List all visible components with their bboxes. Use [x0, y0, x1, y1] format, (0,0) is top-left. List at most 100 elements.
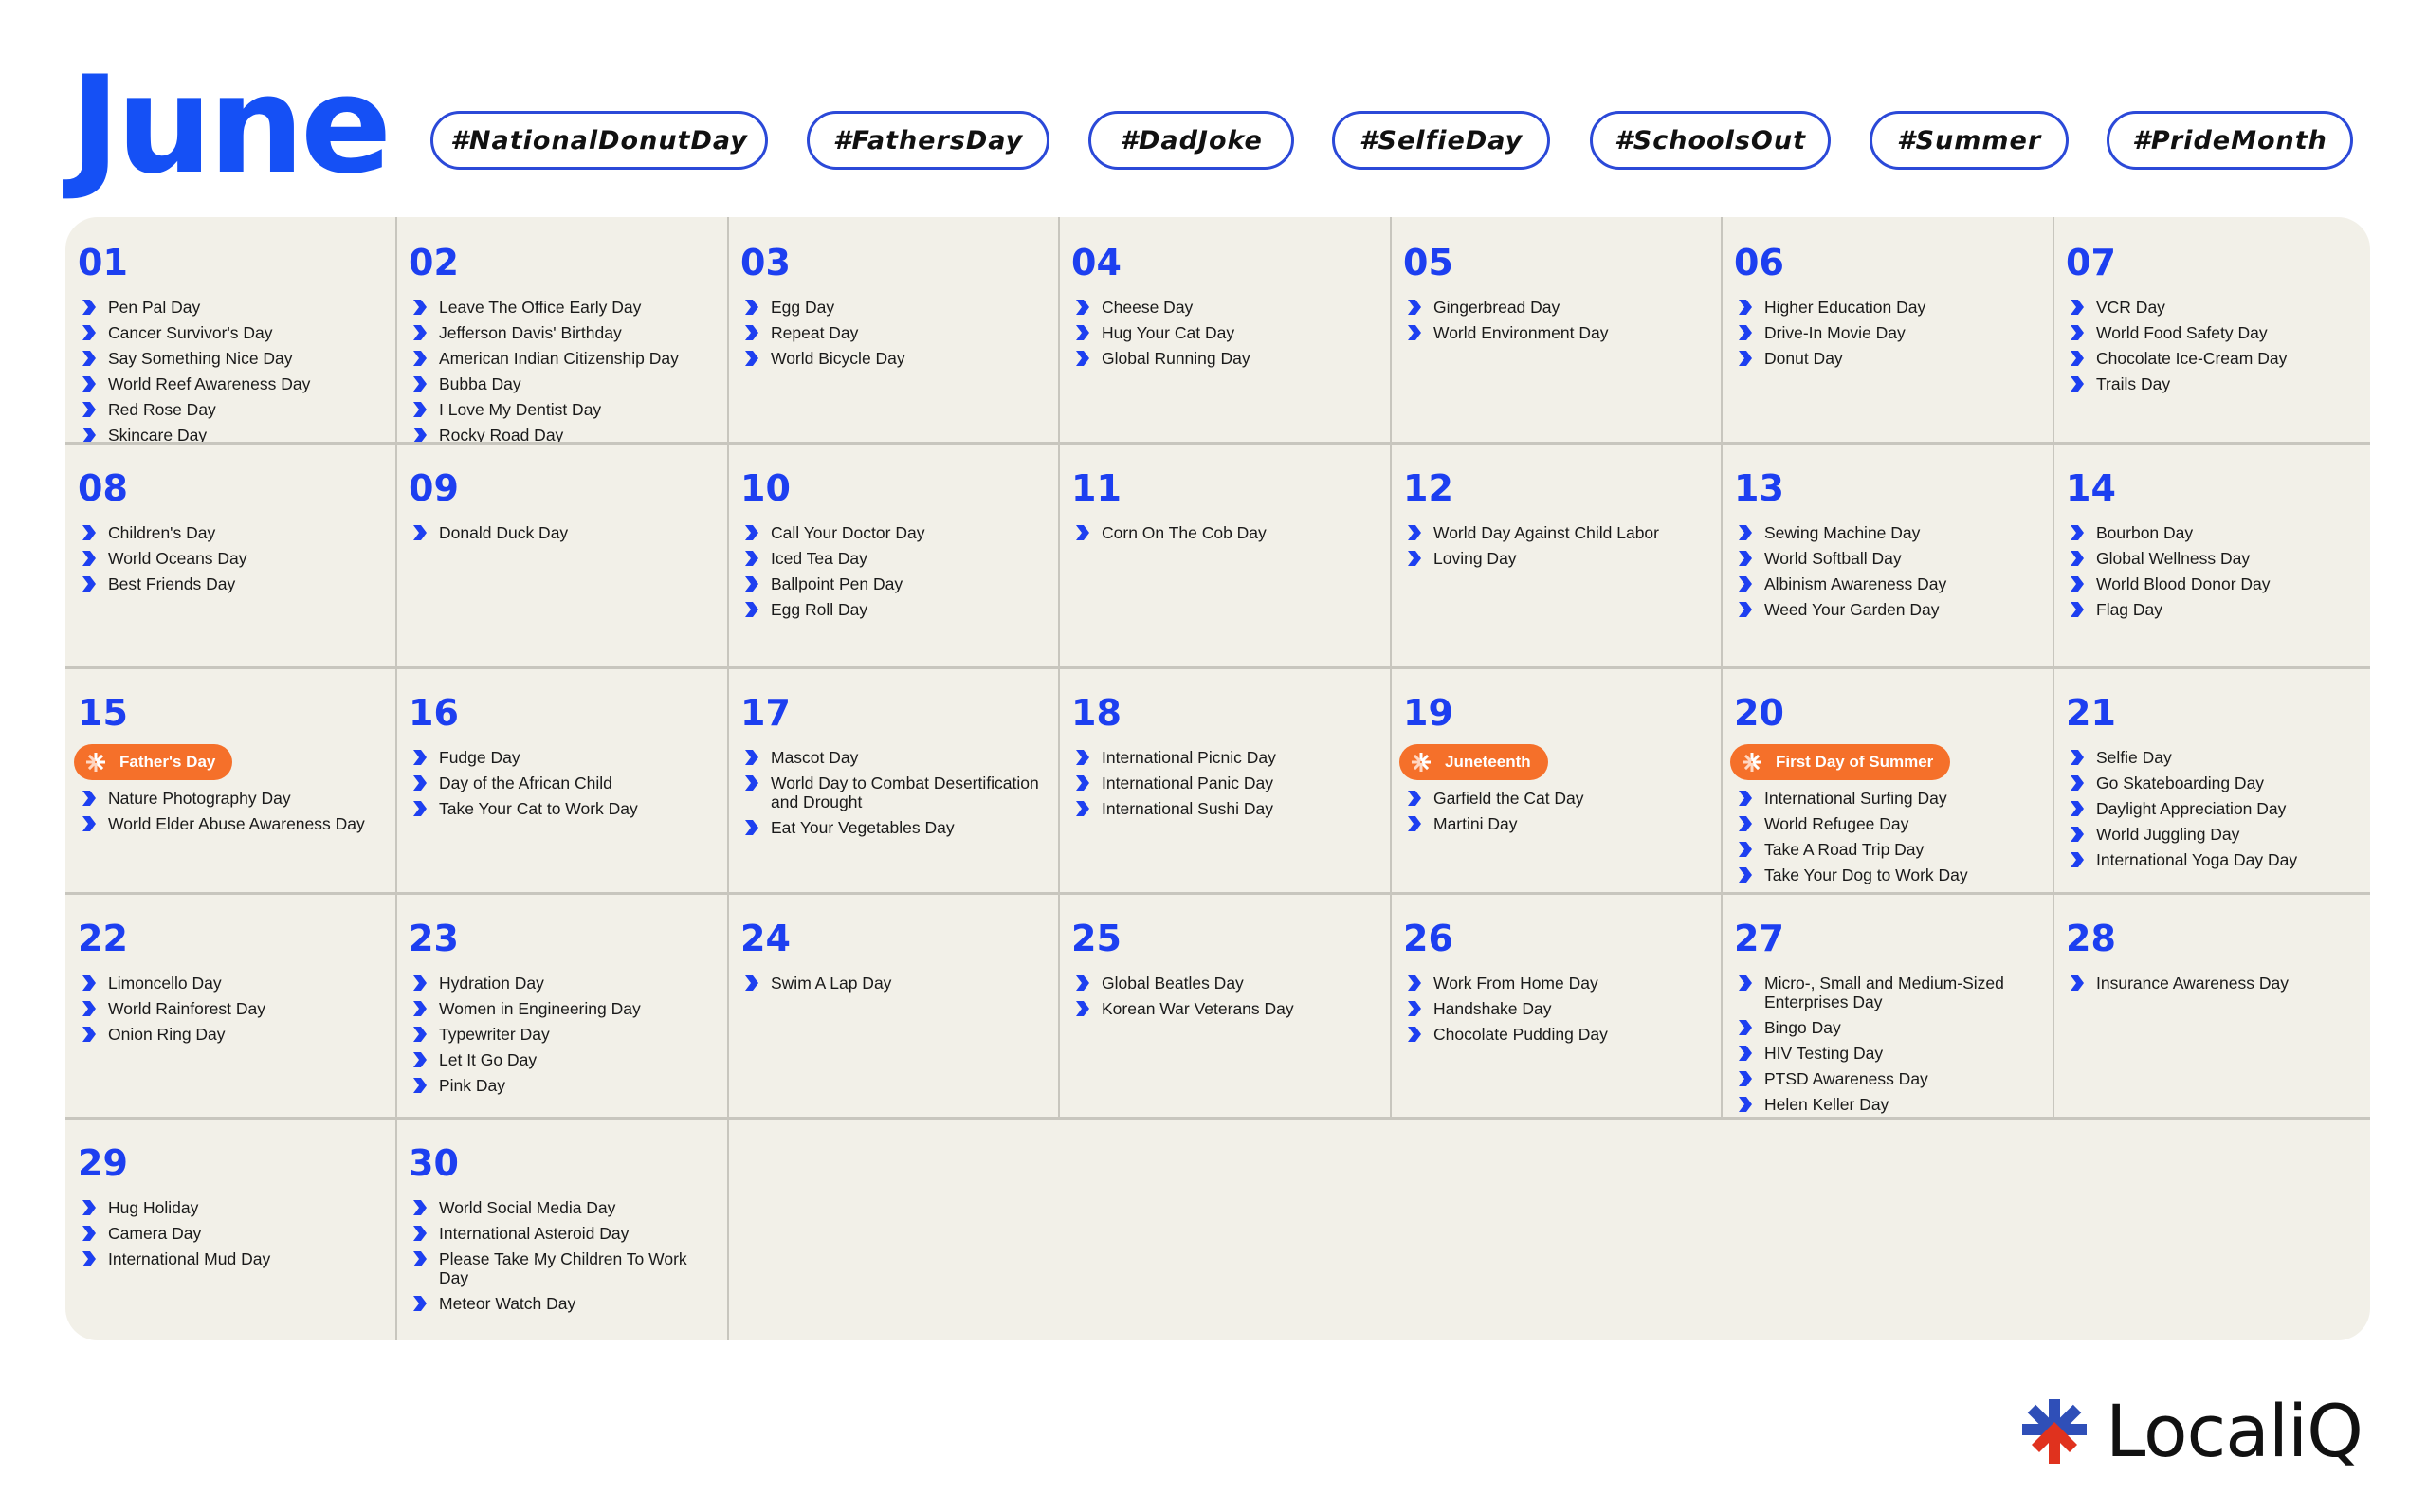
- hashtag-chip[interactable]: #SchoolsOut: [1590, 111, 1831, 170]
- day-cell[interactable]: 26 Work From Home Day Handshake Day Chocola…: [1391, 893, 1722, 1118]
- day-cell[interactable]: 18 International Picnic Day International …: [1059, 667, 1391, 892]
- day-number: 03: [740, 242, 791, 283]
- event-item: Cancer Survivor's Day: [78, 323, 385, 342]
- day-number: 07: [2066, 242, 2116, 283]
- day-number: 29: [78, 1142, 128, 1185]
- event-label: Sewing Machine Day: [1764, 522, 1921, 542]
- day-number: 14: [2066, 466, 2116, 509]
- day-cell[interactable]: 12 World Day Against Child Labor Loving Da…: [1391, 443, 1722, 667]
- chevron-right-icon: [1408, 791, 1421, 807]
- day-cell[interactable]: 08 Children's Day World Oceans Day Best Fri…: [65, 443, 396, 667]
- hashtag-chip[interactable]: #DadJoke: [1088, 111, 1294, 170]
- event-item: Hug Your Cat Day: [1071, 323, 1379, 342]
- day-cell[interactable]: 02 Leave The Office Early Day Jefferson Da…: [396, 217, 728, 445]
- chevron-right-icon: [2071, 575, 2084, 592]
- day-cell[interactable]: 03 Egg Day Repeat Day World Bicycle Day: [728, 217, 1059, 442]
- day-number: 13: [1734, 466, 1784, 509]
- event-label: VCR Day: [2096, 298, 2165, 317]
- day-cell[interactable]: 30 World Social Media Day International As…: [396, 1118, 728, 1340]
- day-cell[interactable]: 05 Gingerbread Day World Environment Day: [1391, 217, 1722, 442]
- event-label: Global Beatles Day: [1102, 973, 1244, 993]
- chevron-right-icon: [1408, 975, 1421, 991]
- chevron-right-icon: [1739, 975, 1752, 991]
- chevron-right-icon: [1076, 1000, 1089, 1016]
- event-item: Please Take My Children To Work Day: [409, 1249, 717, 1287]
- day-cell[interactable]: 28 Insurance Awareness Day: [2053, 893, 2370, 1118]
- chevron-right-icon: [413, 1200, 427, 1216]
- event-item: Handshake Day: [1403, 999, 1710, 1018]
- chevron-right-icon: [1739, 816, 1752, 832]
- hashtag-chip[interactable]: #FathersDay: [807, 111, 1049, 170]
- hashtag-chip[interactable]: #PrideMonth: [2107, 111, 2353, 170]
- event-item: World Blood Donor Day: [2066, 574, 2359, 593]
- chevron-right-icon: [82, 524, 96, 540]
- event-label: Limoncello Day: [108, 973, 222, 993]
- event-item: Higher Education Day: [1734, 298, 2042, 317]
- day-number: 25: [1071, 917, 1122, 959]
- day-cell[interactable]: 24 Swim A Lap Day: [728, 893, 1059, 1118]
- day-cell[interactable]: 14 Bourbon Day Global Wellness Day World Bl…: [2053, 443, 2370, 667]
- event-label: Women in Engineering Day: [439, 998, 641, 1018]
- event-label: Korean War Veterans Day: [1102, 998, 1294, 1018]
- day-cell[interactable]: 23 Hydration Day Women in Engineering Day T…: [396, 893, 728, 1118]
- event-item: Global Running Day: [1071, 349, 1379, 368]
- chevron-right-icon: [1408, 1000, 1421, 1016]
- day-number: 11: [1071, 466, 1122, 509]
- day-cell[interactable]: 20 First Day of Summer International Surfi…: [1722, 667, 2053, 892]
- day-cell[interactable]: 27 Micro-, Small and Medium-Sized Enterpr…: [1722, 893, 2053, 1118]
- day-number: 10: [740, 466, 791, 509]
- event-label: Ballpoint Pen Day: [771, 574, 903, 593]
- chevron-right-icon: [2071, 550, 2084, 566]
- day-cell[interactable]: 06 Higher Education Day Drive-In Movie Day…: [1722, 217, 2053, 442]
- event-item: Eat Your Vegetables Day: [740, 818, 1048, 837]
- event-item: Limoncello Day: [78, 974, 385, 993]
- chevron-right-icon: [413, 1251, 427, 1267]
- day-cell[interactable]: 16 Fudge Day Day of the African Child Take …: [396, 667, 728, 892]
- day-cell[interactable]: 07 VCR Day World Food Safety Day Chocolate …: [2053, 217, 2370, 442]
- day-cell[interactable]: 13 Sewing Machine Day World Softball Day Al…: [1722, 443, 2053, 667]
- day-cell[interactable]: 01 Pen Pal Day Cancer Survivor's Day Say So…: [65, 217, 396, 445]
- day-cell[interactable]: 10 Call Your Doctor Day Iced Tea Day Ballpo…: [728, 443, 1059, 667]
- event-item: International Sushi Day: [1071, 799, 1379, 818]
- chevron-right-icon: [82, 325, 96, 340]
- hashtag-chip[interactable]: #NationalDonutDay: [430, 111, 768, 170]
- day-cell[interactable]: 25 Global Beatles Day Korean War Veterans …: [1059, 893, 1391, 1118]
- day-cell[interactable]: 19 Juneteenth Garfield the Cat Day Martini …: [1391, 667, 1722, 892]
- event-item: Women in Engineering Day: [409, 999, 717, 1018]
- event-item: Sewing Machine Day: [1734, 523, 2042, 542]
- event-label: International Surfing Day: [1764, 789, 1947, 809]
- event-item: Meteor Watch Day: [409, 1294, 717, 1313]
- event-label: Iced Tea Day: [771, 548, 867, 568]
- event-item: Hydration Day: [409, 974, 717, 993]
- event-label: Garfield the Cat Day: [1433, 789, 1584, 809]
- event-label: Martini Day: [1433, 814, 1518, 834]
- hashtag-chip[interactable]: #Summer: [1870, 111, 2069, 170]
- day-number: 06: [1734, 242, 1784, 283]
- chevron-right-icon: [1739, 325, 1752, 340]
- event-item: Bourbon Day: [2066, 523, 2359, 542]
- event-label: International Sushi Day: [1102, 799, 1273, 819]
- asterisk-icon: [1743, 753, 1761, 773]
- event-label: Let It Go Day: [439, 1049, 538, 1069]
- chevron-right-icon: [1076, 975, 1089, 991]
- event-item: Gingerbread Day: [1403, 298, 1710, 317]
- chevron-right-icon: [82, 816, 96, 832]
- day-cell[interactable]: 22 Limoncello Day World Rainforest Day Onio…: [65, 893, 396, 1118]
- event-item: Say Something Nice Day: [78, 349, 385, 368]
- day-cell[interactable]: 21 Selfie Day Go Skateboarding Day Daylight…: [2053, 667, 2370, 892]
- localiq-logo: LocaliQ: [2020, 1395, 2363, 1467]
- day-cell[interactable]: 11 Corn On The Cob Day: [1059, 443, 1391, 667]
- event-item: Call Your Doctor Day: [740, 523, 1048, 542]
- event-label: World Day Against Child Labor: [1433, 522, 1659, 542]
- day-cell[interactable]: 29 Hug Holiday Camera Day International Mud…: [65, 1118, 396, 1340]
- day-cell[interactable]: 15 Father's Day Nature Photography Day Worl…: [65, 667, 396, 892]
- hashtag-chip[interactable]: #SelfieDay: [1332, 111, 1550, 170]
- day-cell[interactable]: 09 Donald Duck Day: [396, 443, 728, 667]
- event-item: International Picnic Day: [1071, 748, 1379, 767]
- chevron-right-icon: [82, 1226, 96, 1242]
- day-cell[interactable]: 17 Mascot Day World Day to Combat Desertif…: [728, 667, 1059, 892]
- day-cell[interactable]: 04 Cheese Day Hug Your Cat Day Global Runni…: [1059, 217, 1391, 442]
- event-label: Swim A Lap Day: [771, 973, 892, 993]
- event-item: VCR Day: [2066, 298, 2359, 317]
- event-item: Bubba Day: [409, 374, 717, 393]
